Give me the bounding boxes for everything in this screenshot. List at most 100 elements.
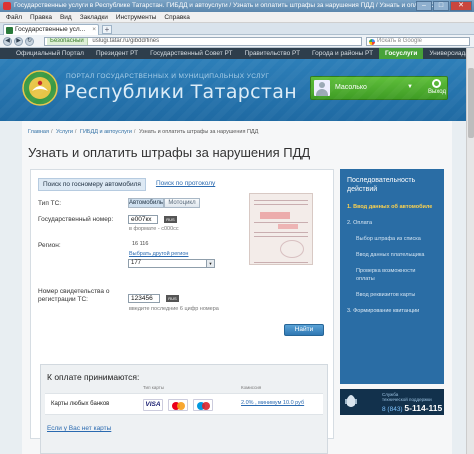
page-scrollbar[interactable] [466,48,474,454]
opera-icon [3,2,11,10]
plate-hint: в формате - с000сс [129,226,179,232]
col-card-type: Тип карты [143,385,165,390]
menu-file[interactable]: Файл [6,12,22,22]
support-phone: 8 (843) 5-114-115 [382,403,442,413]
portal-header: ПОРТАЛ ГОСУДАРСТВЕННЫХ И МУНИЦИПАЛЬНЫХ У… [0,59,474,121]
breadcrumb-home[interactable]: Главная [28,129,49,135]
chevron-down-icon[interactable]: ▼ [407,84,413,90]
address-bar: ◀ ▶ ↻ Безопасный uslugi.tatar.ru/gibdd/f… [0,35,474,48]
nav-government[interactable]: Правительство РТ [239,48,307,59]
payment-title: К оплате принимаются: [47,372,140,382]
menu-bar: Файл Правка Вид Закладки Инструменты Спр… [0,12,474,23]
mastercard-logo-icon [168,399,188,411]
avatar [314,80,330,96]
support-block: Служба технической поддержки 8 (843) 5-1… [340,389,444,415]
tab-search-by-protocol[interactable]: Поиск по протоколу [152,178,219,191]
phone-number: 5-114-115 [404,403,443,413]
site-top-nav: Официальный Портал Президент РТ Государс… [0,48,474,59]
url-text: uslugi.tatar.ru/gibdd/fines [92,38,160,44]
cert-input[interactable]: 123456 [128,294,160,303]
chevron-down-icon: ▼ [206,260,214,267]
find-button[interactable]: Найти [284,324,324,336]
rus-flag-icon: RUS [166,295,179,302]
step-payment: 2. Оплата [347,220,373,226]
col-fee: Комиссия [241,385,262,390]
new-tab-button[interactable]: + [102,25,112,34]
exit-label: Выход [428,89,446,95]
scrollbar-thumb[interactable] [468,68,474,138]
page-content: Главная / Услуги / ГИБДД и автоуслуги / Узн… [22,121,452,454]
browser-tab[interactable]: Государственные усл... × [3,24,99,35]
rus-flag-icon: RUS [164,216,177,223]
choose-region-link[interactable]: Выбрать другой регион [129,251,188,257]
fee-value[interactable]: 2.0% , минимум 10.0 руб [241,400,304,406]
secure-badge[interactable]: Безопасный [47,38,88,45]
maximize-icon[interactable]: □ [433,1,449,11]
reload-icon[interactable]: ↻ [25,37,34,46]
back-icon[interactable]: ◀ [3,37,12,46]
ts-option-moto[interactable]: Мотоцикл [164,198,200,208]
exit-button[interactable]: Выход [428,79,446,95]
payment-methods: К оплате принимаются: Тип карты Комиссия… [40,364,328,454]
plate-input[interactable]: е007кх [128,215,158,224]
nav-state-council[interactable]: Государственный Совет РТ [144,48,238,59]
forward-icon[interactable]: ▶ [14,37,23,46]
region-select-value: 177 [131,260,142,266]
payment-row: Карты любых банков VISA 2.0% , минимум 1… [45,393,323,415]
plate-label: Государственный номер: [38,216,114,223]
menu-help[interactable]: Справка [164,12,190,22]
close-icon[interactable]: ✕ [450,1,472,11]
window-title: Государственные услуги в Республике Тата… [14,2,448,9]
step-vehicle-data: 1. Ввод данных об автомобиле [347,204,433,210]
visa-logo-icon: VISA [143,399,163,411]
menu-bookmarks[interactable]: Закладки [80,12,108,22]
bank-label: Карты любых банков [51,401,110,407]
site-favicon-icon [6,27,13,34]
nav-gosuslugi[interactable]: Госуслуги [379,48,424,59]
maestro-logo-icon [193,399,213,411]
step-check-payment: Проверка возможности [356,268,416,274]
region-select[interactable]: 177 ▼ [128,259,215,268]
cert-label: Номер свидетельства о регистрации ТС: [38,288,110,303]
power-icon [431,79,441,88]
tab-search-by-plate[interactable]: Поиск по госномеру автомобиля [38,178,146,191]
nav-cities[interactable]: Города и районы РТ [306,48,379,59]
menu-view[interactable]: Вид [60,12,72,22]
portal-subtitle: ПОРТАЛ ГОСУДАРСТВЕННЫХ И МУНИЦИПАЛЬНЫХ У… [66,73,270,80]
headset-operator-icon [345,395,357,407]
browser-search-input[interactable]: Искать в Google [366,37,470,46]
tab-bar: Государственные усл... × + [0,23,474,35]
support-label-line2: технической поддержки [382,397,432,402]
ts-type-toggle: Автомобиль Мотоцикл [128,198,200,208]
step-card-data: Ввод реквизитов карты [356,292,416,298]
support-label: Служба технической поддержки [382,392,432,402]
breadcrumb-gibdd[interactable]: ГИБДД и автоуслуги [80,129,132,135]
step-payer-data: Ввод данных плательщика [356,252,425,258]
nav-president[interactable]: Президент РТ [90,48,144,59]
menu-edit[interactable]: Правка [30,12,52,22]
steps-sidebar: Последовательность действий 1. Ввод данн… [340,169,444,384]
user-menu[interactable]: Масолько ▼ Выход [310,76,448,100]
steps-title: Последовательность действий [347,177,416,193]
window-titlebar: Государственные услуги в Республике Тата… [0,0,474,12]
search-mode-tabs: Поиск по госномеру автомобиля Поиск по п… [38,178,219,191]
google-icon [369,39,375,45]
step-receipt: 3. Формирование квитанции [347,308,420,314]
minimize-icon[interactable]: – [416,1,432,11]
browser-tab-label: Государственные усл... [15,26,86,33]
portal-title: Республики Татарстан [64,81,297,103]
ts-type-label: Тип ТС: [38,200,62,207]
breadcrumb: Главная / Услуги / ГИБДД и автоуслуги / Узн… [28,129,259,135]
step-check-payment-cont: оплаты [356,276,375,282]
tab-close-icon[interactable]: × [92,25,96,35]
ts-option-car[interactable]: Автомобиль [128,198,164,208]
url-input[interactable]: Безопасный uslugi.tatar.ru/gibdd/fines [44,37,362,46]
breadcrumb-services[interactable]: Услуги [56,129,73,135]
user-name[interactable]: Масолько [335,84,367,91]
menu-tools[interactable]: Инструменты [116,12,157,22]
nav-official-portal[interactable]: Официальный Портал [10,48,90,59]
search-placeholder: Искать в Google [377,38,423,44]
tatarstan-emblem-icon[interactable] [22,69,58,107]
no-card-link[interactable]: Если у Вас нет карты [47,425,111,432]
region-codes: 16 116 [132,241,149,247]
